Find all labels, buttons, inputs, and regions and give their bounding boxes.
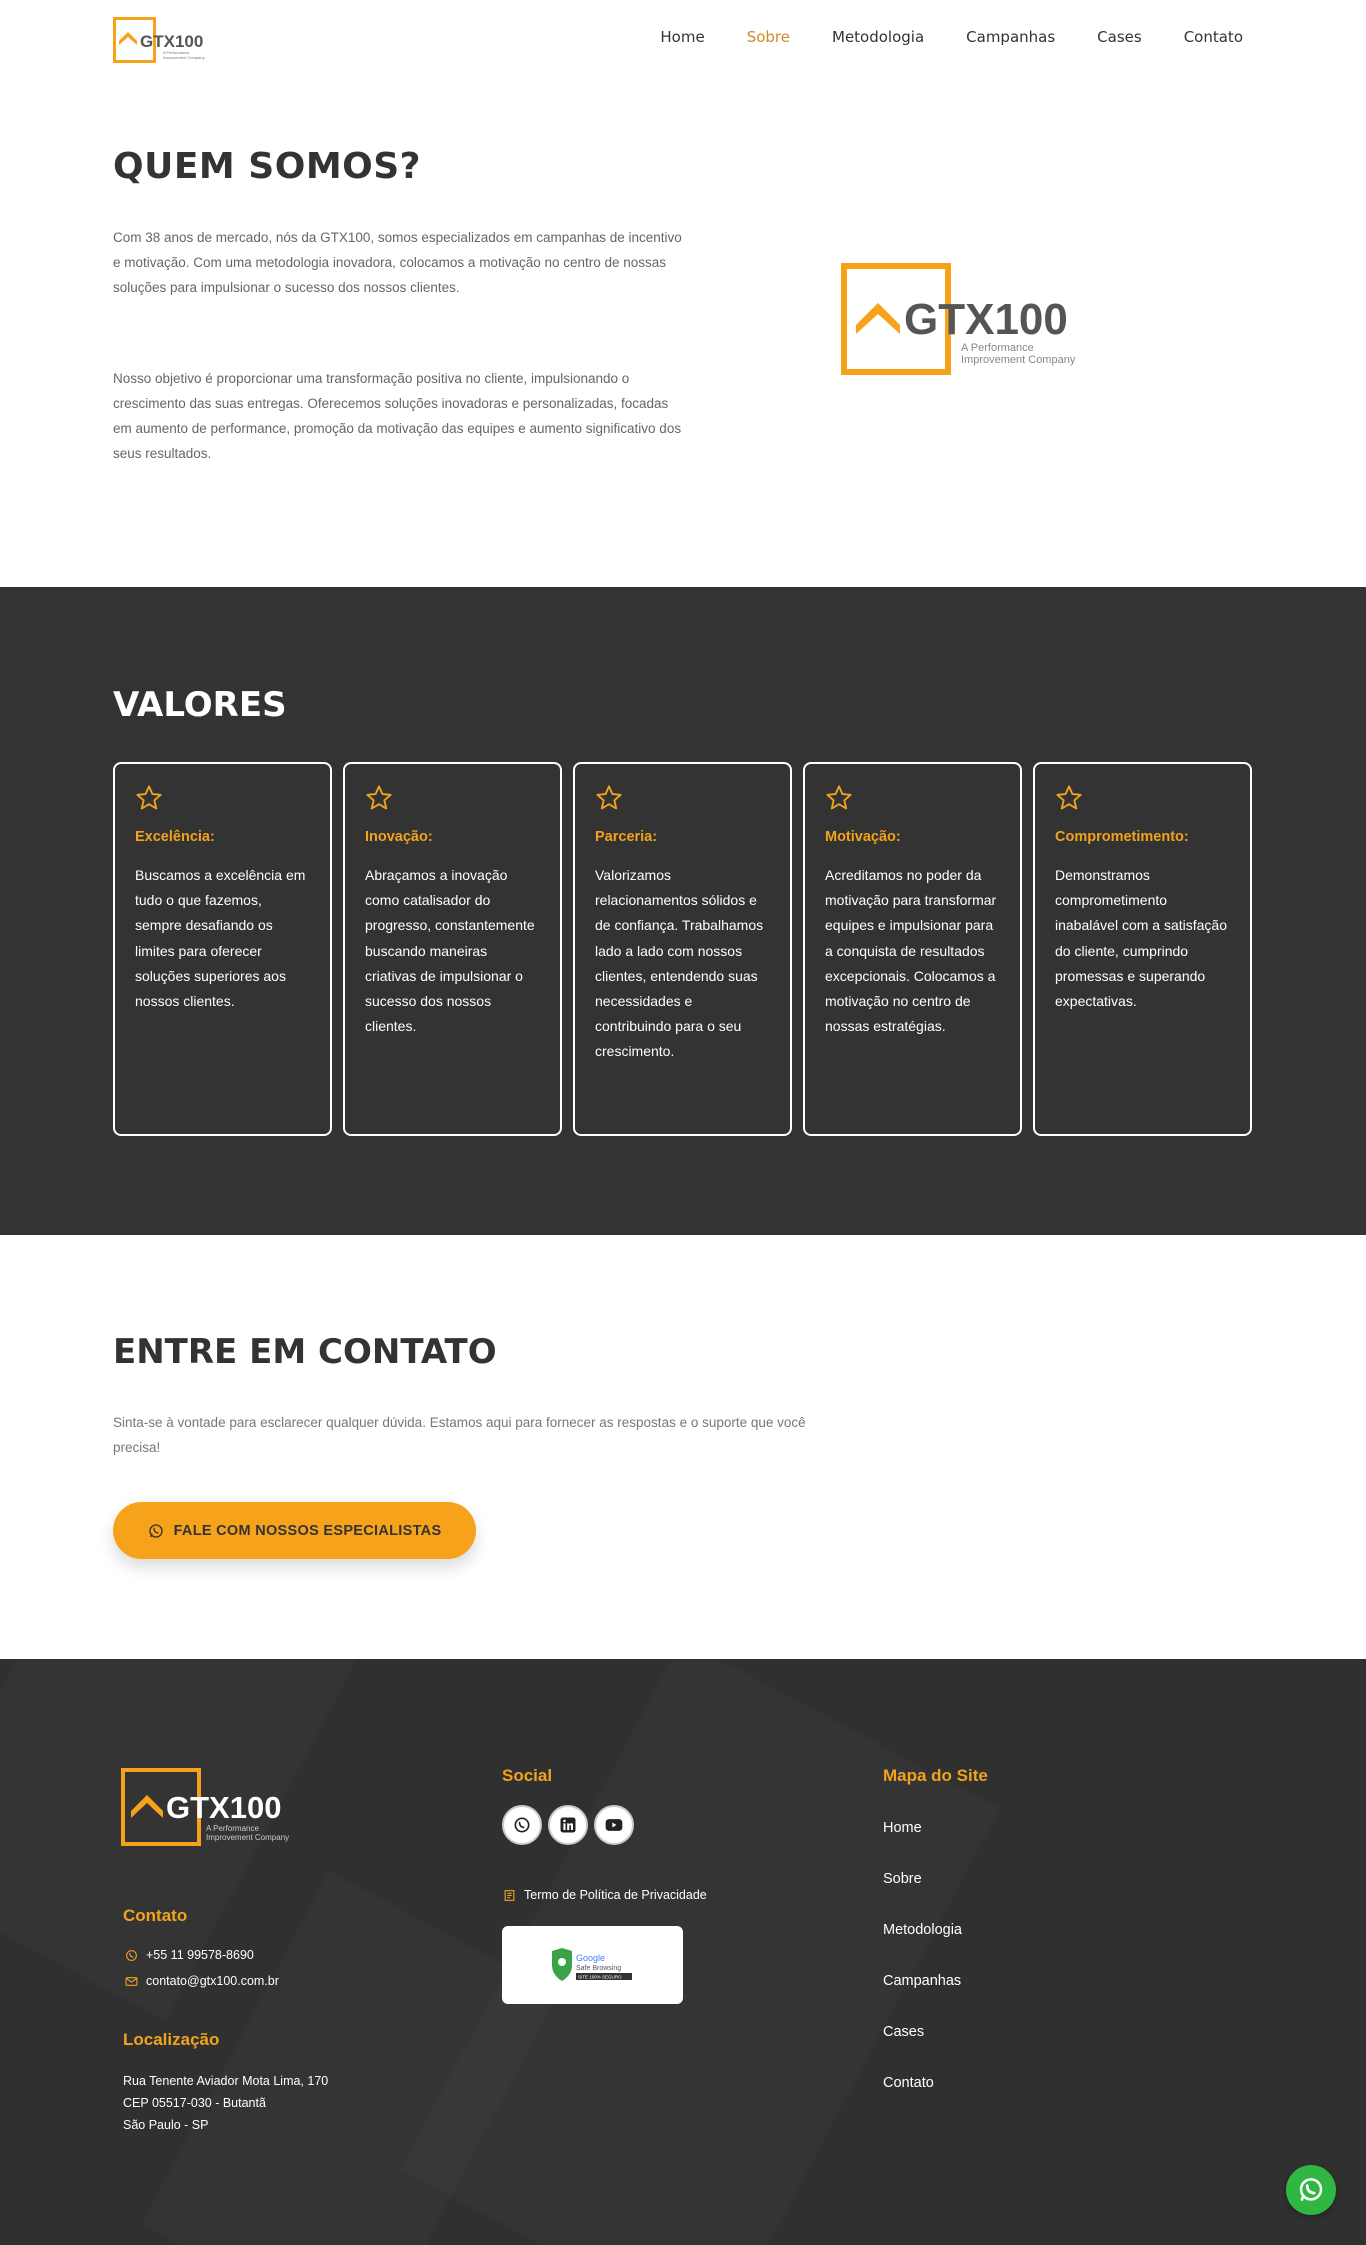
footer-sitemap-title: Mapa do Site xyxy=(883,1766,988,1785)
fale-especialistas-button[interactable]: FALE COM NOSSOS ESPECIALISTAS xyxy=(113,1502,476,1559)
valor-card-parceria: Parceria: Valorizamos relacionamentos só… xyxy=(573,762,792,1136)
whatsapp-icon xyxy=(148,1523,163,1538)
sitemap-campanhas[interactable]: Campanhas xyxy=(883,1973,962,2024)
youtube-social-button[interactable] xyxy=(594,1805,634,1845)
logo-text: GTX100 xyxy=(140,32,203,51)
sitemap-home[interactable]: Home xyxy=(883,1820,962,1871)
nav-home[interactable]: Home xyxy=(660,28,704,46)
main-nav: Home Sobre Metodologia Campanhas Cases C… xyxy=(660,28,1243,46)
valor-title: Motivação: xyxy=(825,829,901,845)
svg-text:GTX100: GTX100 xyxy=(166,1790,281,1825)
valores-section: VALORES Excelência: Buscamos a excelênci… xyxy=(0,587,1366,1235)
star-icon xyxy=(826,785,852,810)
star-icon xyxy=(136,785,162,810)
gtx100-footer-logo[interactable]: GTX100 A Performance Improvement Company xyxy=(120,1767,310,1849)
sitemap-contato[interactable]: Contato xyxy=(883,2075,962,2126)
address-line: São Paulo - SP xyxy=(123,2118,209,2132)
footer-contato-title: Contato xyxy=(123,1906,188,1925)
star-icon xyxy=(366,785,392,810)
svg-text:Improvement Company: Improvement Company xyxy=(961,354,1076,366)
email-text: contato@gtx100.com.br xyxy=(146,1974,279,1988)
svg-text:A Performance: A Performance xyxy=(961,342,1034,354)
star-icon xyxy=(1056,785,1082,810)
svg-text:SITE 100% SEGURO: SITE 100% SEGURO xyxy=(578,1975,622,1980)
svg-text:GTX100: GTX100 xyxy=(904,295,1068,344)
valores-title: VALORES xyxy=(113,685,287,725)
whatsapp-floating-button[interactable] xyxy=(1286,2165,1336,2215)
linkedin-social-button[interactable] xyxy=(548,1805,588,1845)
social-links xyxy=(502,1805,634,1845)
valor-text: Valorizamos relacionamentos sólidos e de… xyxy=(595,867,764,1060)
svg-text:Google: Google xyxy=(576,1953,605,1963)
cta-label: FALE COM NOSSOS ESPECIALISTAS xyxy=(173,1522,442,1539)
valor-text: Acreditamos no poder da motivação para t… xyxy=(825,867,997,1035)
google-safe-browsing-badge[interactable]: Google Safe Browsing SITE 100% SEGURO xyxy=(502,1926,683,2004)
privacy-text: Termo de Política de Privacidade xyxy=(524,1888,707,1902)
about-paragraph-1: Com 38 anos de mercado, nós da GTX100, s… xyxy=(113,230,682,295)
site-header: GTX100 A Performance Improvement Company… xyxy=(0,0,1366,80)
address-line: CEP 05517-030 - Butantã xyxy=(123,2096,266,2110)
footer-email[interactable]: contato@gtx100.com.br xyxy=(125,1974,279,1988)
site-footer: GTX100 A Performance Improvement Company… xyxy=(0,1659,1366,2245)
svg-text:Safe Browsing: Safe Browsing xyxy=(576,1965,621,1972)
address-line: Rua Tenente Aviador Mota Lima, 170 xyxy=(123,2074,329,2088)
footer-sitemap: Home Sobre Metodologia Campanhas Cases C… xyxy=(883,1820,962,2126)
phone-text: +55 11 99578-8690 xyxy=(146,1948,254,1962)
sitemap-metodologia[interactable]: Metodologia xyxy=(883,1922,962,1973)
linkedin-icon xyxy=(560,1817,576,1833)
mail-icon xyxy=(125,1976,138,1986)
nav-cases[interactable]: Cases xyxy=(1097,28,1142,46)
valores-cards: Excelência: Buscamos a excelência em tud… xyxy=(113,762,1252,1136)
valor-card-comprometimento: Comprometimento: Demonstramos comprometi… xyxy=(1033,762,1252,1136)
privacy-policy-link[interactable]: Termo de Política de Privacidade xyxy=(503,1888,707,1902)
footer-social-title: Social xyxy=(502,1766,553,1785)
nav-campanhas[interactable]: Campanhas xyxy=(966,28,1055,46)
valor-title: Parceria: xyxy=(595,829,658,845)
star-icon xyxy=(596,785,622,810)
valor-title: Comprometimento: xyxy=(1055,829,1189,845)
valor-title: Inovação: xyxy=(365,829,433,845)
nav-contato[interactable]: Contato xyxy=(1184,28,1243,46)
document-icon xyxy=(504,1889,515,1901)
contact-text: Sinta-se à vontade para esclarecer qualq… xyxy=(113,1415,806,1455)
footer-address: Rua Tenente Aviador Mota Lima, 170 CEP 0… xyxy=(123,2070,328,2136)
sitemap-cases[interactable]: Cases xyxy=(883,2024,962,2075)
valor-title: Excelência: xyxy=(135,829,215,845)
whatsapp-icon xyxy=(126,1949,137,1961)
nav-metodologia[interactable]: Metodologia xyxy=(832,28,924,46)
svg-text:A Performance: A Performance xyxy=(206,1824,259,1833)
svg-text:Improvement Company: Improvement Company xyxy=(206,1833,289,1842)
valor-text: Buscamos a excelência em tudo o que faze… xyxy=(135,867,306,1010)
svg-text:Improvement Company: Improvement Company xyxy=(163,55,205,60)
nav-sobre[interactable]: Sobre xyxy=(747,28,790,46)
gtx100-logo-large: GTX100 A Performance Improvement Company xyxy=(841,263,1076,375)
contact-title: ENTRE EM CONTATO xyxy=(113,1332,497,1372)
safe-browsing-seal: Google Safe Browsing SITE 100% SEGURO xyxy=(551,1948,632,1981)
gtx100-logo[interactable]: GTX100 A Performance Improvement Company xyxy=(113,17,223,63)
sitemap-sobre[interactable]: Sobre xyxy=(883,1871,962,1922)
footer-localizacao-title: Localização xyxy=(123,2030,220,2049)
footer-phone[interactable]: +55 11 99578-8690 xyxy=(125,1948,254,1962)
whatsapp-social-button[interactable] xyxy=(502,1805,542,1845)
about-paragraph-2: Nosso objetivo é proporcionar uma transf… xyxy=(113,371,682,461)
valor-text: Abraçamos a inovação como catalisador do… xyxy=(365,867,535,1035)
youtube-icon xyxy=(605,1819,623,1831)
about-title: QUEM SOMOS? xyxy=(113,146,422,187)
valor-card-inovacao: Inovação: Abraçamos a inovação como cata… xyxy=(343,762,562,1136)
valor-card-excelencia: Excelência: Buscamos a excelência em tud… xyxy=(113,762,332,1136)
valor-card-motivacao: Motivação: Acreditamos no poder da motiv… xyxy=(803,762,1022,1136)
whatsapp-icon xyxy=(1299,2178,1323,2202)
whatsapp-icon xyxy=(514,1817,530,1833)
valor-text: Demonstramos comprometimento inabalável … xyxy=(1055,867,1227,1010)
